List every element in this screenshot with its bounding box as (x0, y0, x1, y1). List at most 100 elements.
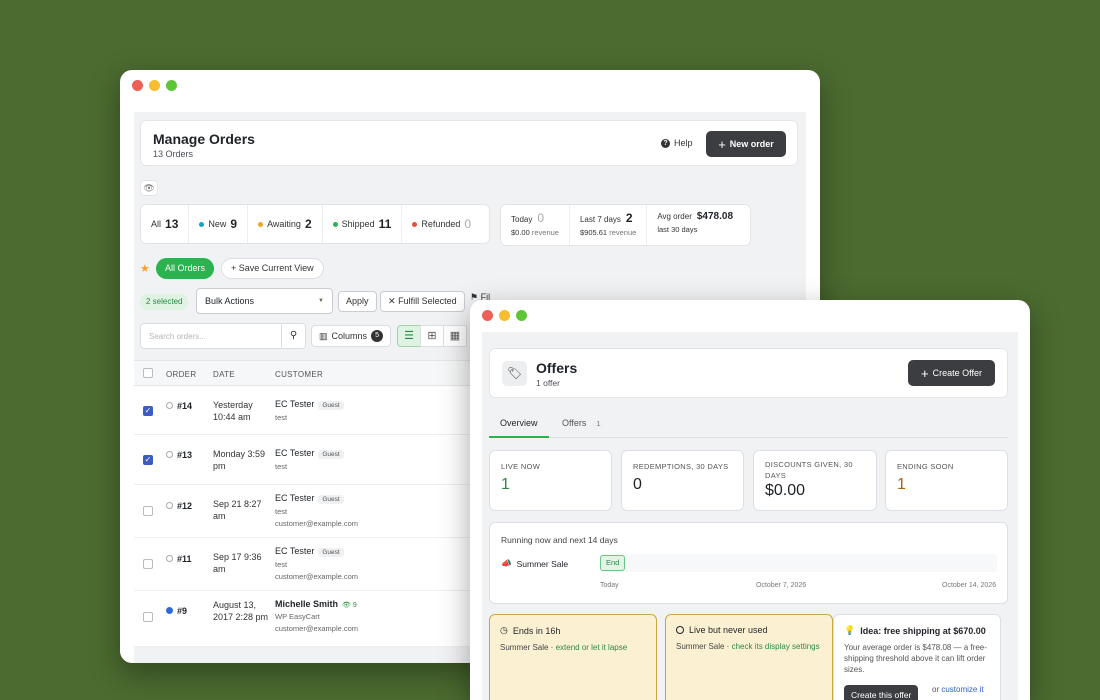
alert-title: Live but never used (689, 625, 768, 635)
order-number[interactable]: #12 (177, 501, 192, 511)
stat-label: LIVE NOW (501, 462, 541, 471)
lightbulb-icon: 💡 (844, 625, 856, 635)
save-view-button[interactable]: + Save Current View (221, 258, 324, 279)
bulk-actions-select[interactable]: Bulk Actions ▼ (196, 288, 333, 314)
list-view-icon[interactable]: ☰ (397, 325, 421, 347)
display-settings-link[interactable]: check its display settings (732, 642, 820, 651)
offers-tabs: Overview Offers 1 (489, 410, 1008, 438)
customer-detail: test (275, 413, 288, 422)
customer-name: Michelle Smith (275, 599, 339, 609)
guest-badge: Guest (318, 548, 344, 557)
status-indicator (166, 502, 173, 509)
status-label: Refunded (421, 219, 461, 229)
save-view-label: Save Current View (238, 263, 314, 273)
extend-offer-link[interactable]: extend or let it lapse (556, 643, 628, 652)
row-checkbox[interactable] (143, 612, 153, 622)
star-icon[interactable]: ★ (140, 262, 150, 275)
row-checkbox[interactable]: ✓ (143, 455, 153, 465)
stat-ending-soon: ENDING SOON 1 (885, 450, 1008, 511)
columns-button[interactable]: ▥ Columns 5 (311, 325, 392, 347)
fulfill-selected-button[interactable]: ✕ Fulfill Selected (380, 291, 465, 312)
column-header-date[interactable]: DATE (213, 370, 235, 379)
order-number[interactable]: #13 (177, 450, 192, 460)
stat-value: 0 (633, 476, 642, 493)
row-checkbox[interactable]: ✓ (143, 406, 153, 416)
row-checkbox[interactable] (143, 559, 153, 569)
status-filter-all[interactable]: All 13 (141, 205, 190, 243)
maximize-window-button[interactable] (166, 80, 177, 91)
create-offer-button[interactable]: + Create Offer (908, 360, 995, 386)
create-this-offer-button[interactable]: Create this offer (844, 685, 919, 700)
status-label: Awaiting (267, 219, 301, 229)
help-label: Help (674, 138, 693, 148)
customize-link[interactable]: customize it (941, 685, 983, 694)
view-all-orders[interactable]: All Orders (156, 258, 215, 279)
offers-timeline: Running now and next 14 days 📣 Summer Sa… (489, 522, 1008, 604)
circle-icon (676, 626, 684, 634)
minimize-window-button[interactable] (499, 310, 510, 321)
new-order-button[interactable]: + New order (706, 131, 786, 157)
idea-card: 💡 Idea: free shipping at $670.00 Your ave… (833, 614, 1001, 700)
revenue-label: Today (511, 215, 533, 224)
columns-icon: ▥ (319, 331, 328, 341)
status-filter-shipped[interactable]: Shipped 11 (323, 205, 403, 243)
revenue-value: $478.08 (696, 211, 734, 222)
revenue-amount: $0.00 (511, 228, 530, 237)
fulfill-label: Fulfill Selected (398, 296, 457, 306)
maximize-window-button[interactable] (516, 310, 527, 321)
status-indicator (166, 607, 173, 614)
alert-title: Ends in 16h (512, 625, 561, 636)
order-date: Sep 21 8:27 am (213, 499, 262, 521)
page-title: Offers (536, 360, 578, 376)
customer-name: EC Tester (275, 448, 315, 458)
order-number[interactable]: #9 (177, 606, 187, 616)
grid-view-icon[interactable]: ⊞ (420, 325, 444, 347)
offers-window: 🏷 Offers 1 offer + Create Offer Overview… (470, 300, 1030, 700)
offers-window-titlebar (470, 300, 1030, 330)
revenue-note: revenue (609, 228, 637, 237)
status-label: Shipped (341, 219, 375, 229)
tab-count: 1 (592, 421, 605, 428)
stat-live-now: LIVE NOW 1 (489, 450, 612, 511)
customer-cell: EC Tester Guest test customer@example.com (275, 493, 358, 528)
customer-detail: test (275, 560, 288, 569)
status-count: 9 (230, 217, 238, 231)
search-input[interactable] (141, 324, 283, 348)
tab-label: Overview (500, 418, 538, 428)
customer-name: EC Tester (275, 546, 315, 556)
views-count: 👁 9 (342, 602, 357, 609)
offers-header: 🏷 Offers 1 offer + Create Offer (489, 348, 1008, 398)
offer-timeline-bar[interactable]: End (600, 555, 626, 571)
select-all-checkbox[interactable] (143, 368, 153, 378)
help-link[interactable]: ? Help (661, 138, 693, 148)
status-filter-refunded[interactable]: Refunded 0 (402, 205, 481, 243)
tab-offers[interactable]: Offers 1 (562, 418, 605, 438)
create-offer-label: Create Offer (932, 368, 982, 378)
search-icon[interactable]: ⚲ (281, 324, 305, 348)
status-count: 2 (304, 217, 312, 231)
help-icon: ? (661, 138, 670, 148)
status-indicator (166, 451, 173, 458)
visibility-toggle[interactable]: 👁 (140, 180, 158, 196)
timeline-tick: October 14, 2026 (942, 582, 997, 589)
tab-overview[interactable]: Overview (489, 418, 549, 438)
offers-count: 1 offer (536, 378, 560, 388)
columns-label: Columns (331, 331, 368, 341)
status-filter-new[interactable]: New 9 (189, 205, 249, 243)
status-dot (412, 221, 418, 227)
apply-button[interactable]: Apply (338, 291, 377, 312)
customer-email: customer@example.com (275, 519, 359, 528)
stat-redemptions: REDEMPTIONS, 30 DAYS 0 (621, 450, 744, 511)
offers-content: 🏷 Offers 1 offer + Create Offer Overview… (482, 332, 1018, 700)
close-window-button[interactable] (482, 310, 493, 321)
row-checkbox[interactable] (143, 506, 153, 516)
column-header-order[interactable]: ORDER (166, 370, 196, 379)
column-header-customer[interactable]: CUSTOMER (275, 370, 323, 379)
minimize-window-button[interactable] (149, 80, 160, 91)
order-number[interactable]: #14 (177, 401, 192, 411)
status-filter-awaiting[interactable]: Awaiting 2 (248, 205, 323, 243)
close-window-button[interactable] (132, 80, 143, 91)
order-number[interactable]: #11 (177, 554, 192, 564)
close-x-icon: ✕ (388, 296, 396, 306)
table-view-icon[interactable]: ▦ (443, 325, 467, 347)
